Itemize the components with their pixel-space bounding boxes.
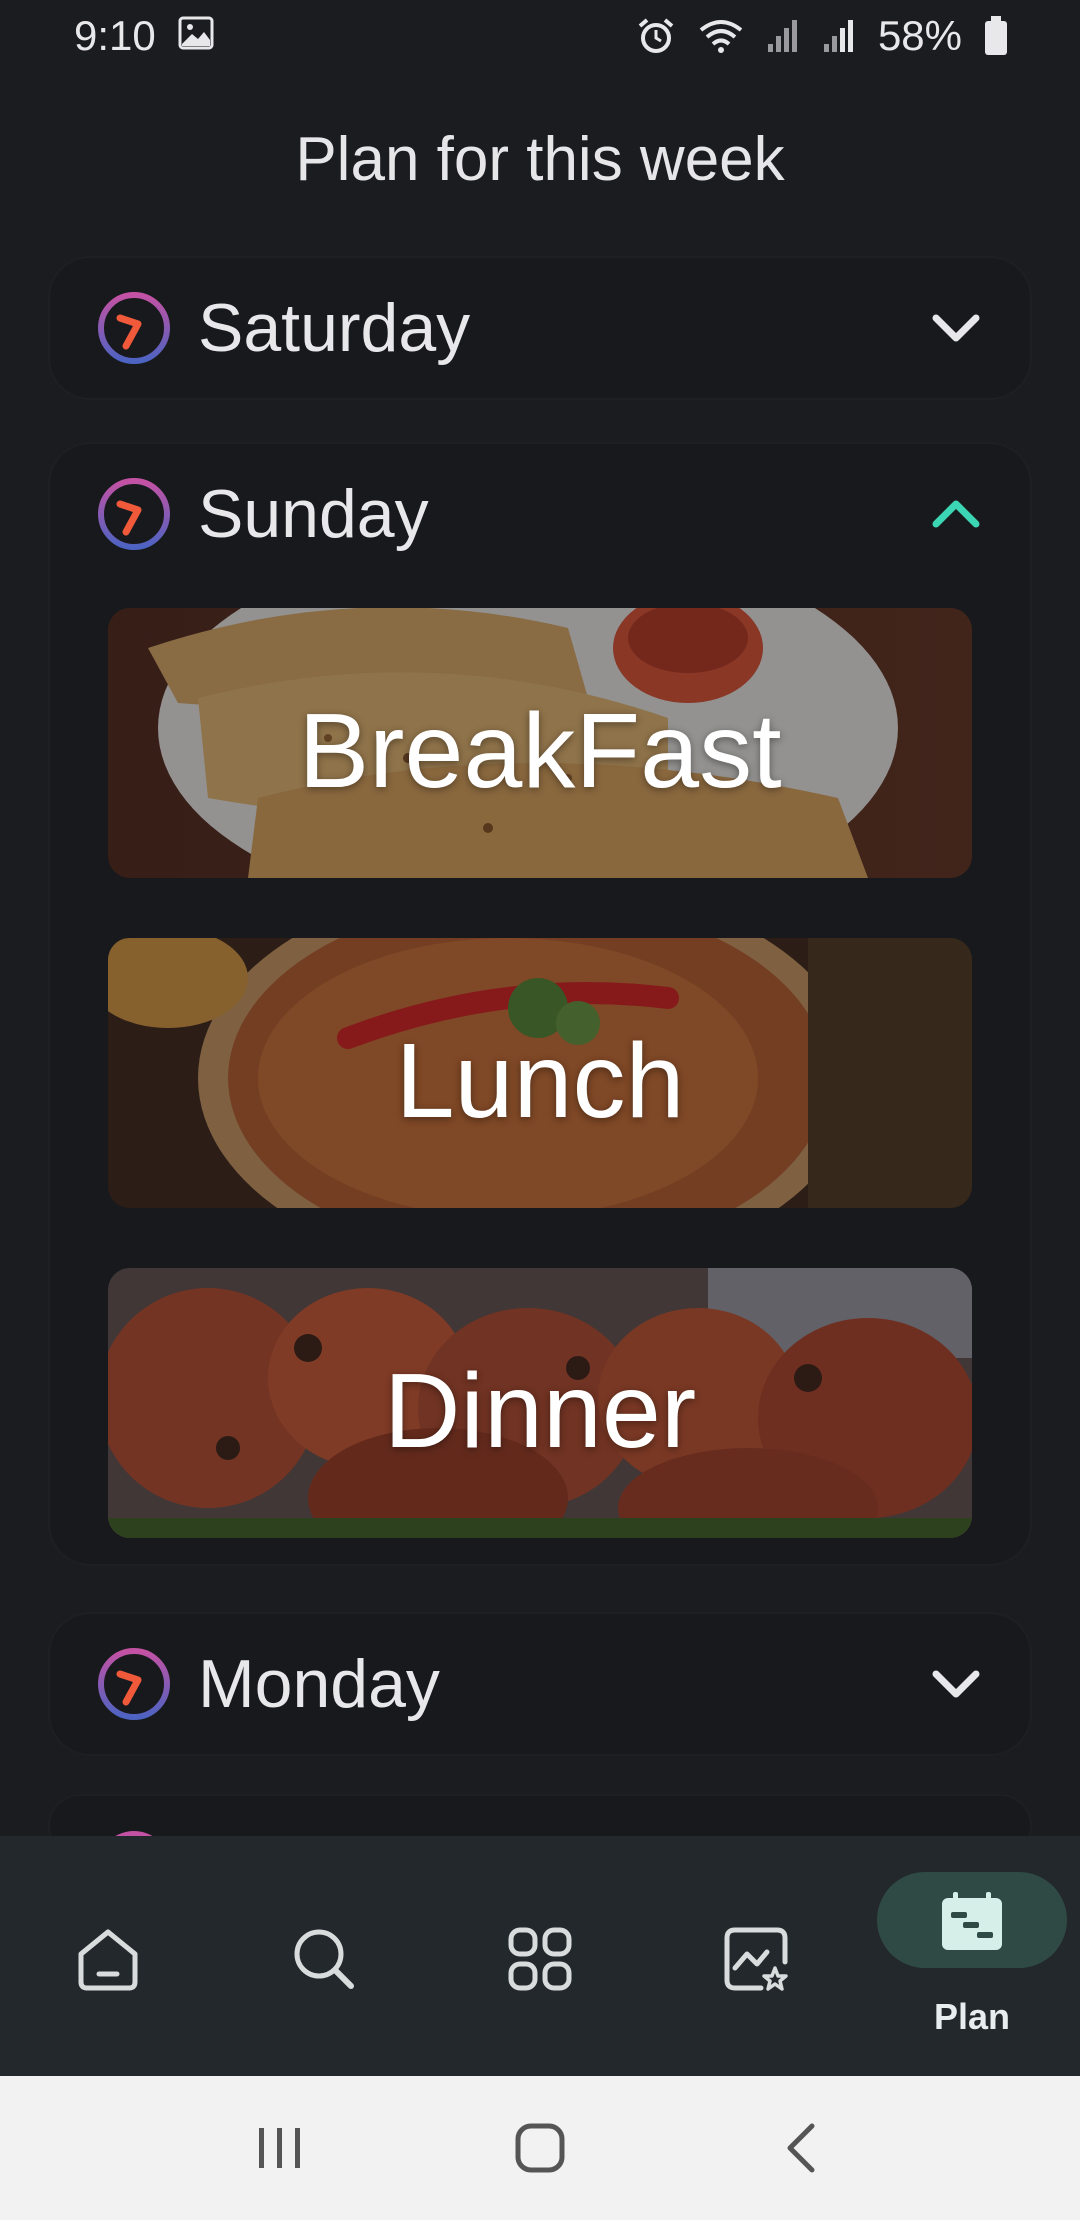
chevron-up-icon[interactable] [926,484,986,544]
nav-favorites[interactable] [648,1836,864,2076]
day-header-monday[interactable]: Monday [50,1614,1030,1754]
wifi-icon [698,18,744,54]
day-header-sunday[interactable]: Sunday [50,444,1030,584]
grid-icon [508,1927,572,1991]
recent-apps-button[interactable] [240,2108,320,2188]
back-button[interactable] [760,2108,840,2188]
back-icon [787,2123,815,2173]
day-card-monday: Monday [50,1614,1030,1754]
day-clock-icon [98,478,170,550]
chevron-down-icon[interactable] [926,298,986,358]
meal-list: BreakFast Lunch Dinner [50,584,1030,1550]
alarm-icon [636,16,676,56]
page-title: Plan for this week [295,125,785,194]
day-header-saturday[interactable]: Saturday [50,258,1030,398]
day-clock-icon [98,1648,170,1720]
day-label: Saturday [198,290,471,366]
home-icon [78,1929,138,1991]
recent-apps-icon [259,2128,300,2168]
day-label: Monday [198,1646,440,1722]
meal-card-lunch[interactable]: Lunch [108,938,972,1208]
nav-search[interactable] [216,1836,432,2076]
home-square-icon [515,2123,565,2173]
day-label: Sunday [198,476,429,552]
system-nav-bar [0,2076,1080,2220]
nav-categories[interactable] [432,1836,648,2076]
day-clock-icon [98,292,170,364]
meal-card-breakfast[interactable]: BreakFast [108,608,972,878]
nav-plan[interactable]: Plan [864,1836,1080,2076]
nav-home[interactable] [0,1836,216,2076]
signal-icon [822,18,856,54]
status-right: 58% [636,12,1008,60]
status-left: 9:10 [74,12,214,60]
status-time: 9:10 [74,12,156,59]
signal-icon [766,18,800,54]
image-icon [178,12,214,60]
meal-label: Lunch [395,1021,685,1140]
search-icon [294,1929,354,1989]
battery-percent: 58% [877,12,962,59]
nav-label: Plan [933,1996,1011,2037]
home-button[interactable] [500,2108,580,2188]
plan-icon [942,1892,1002,1950]
meal-label: BreakFast [298,691,782,810]
day-card-sunday: Sunday BreakFast Lunch Dinner [50,444,1030,1564]
meal-label: Dinner [383,1351,697,1470]
battery-icon [984,16,1008,56]
day-card-saturday: Saturday [50,258,1030,398]
meal-card-dinner[interactable]: Dinner [108,1268,972,1538]
status-bar: 9:10 58% [0,0,1080,72]
bottom-nav: Plan [0,1836,1080,2076]
chevron-down-icon[interactable] [926,1654,986,1714]
favorites-icon [724,1927,788,1991]
